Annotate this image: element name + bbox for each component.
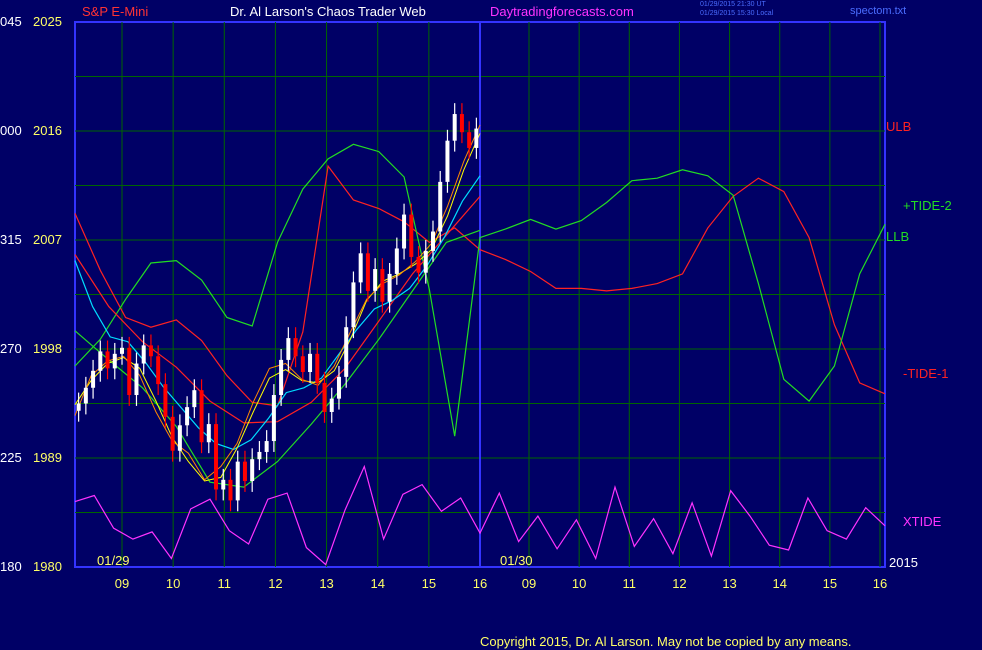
ulb-label: ULB	[886, 119, 911, 134]
y-outer-label: 315	[0, 232, 22, 247]
llb-label: LLB	[886, 229, 909, 244]
price-bar-body	[409, 214, 414, 257]
x-tick-label: 11	[623, 576, 637, 591]
price-bar-body	[83, 387, 88, 404]
fast-average-line	[74, 124, 481, 481]
price-bar-body	[315, 353, 320, 383]
slow-average-line	[74, 175, 481, 451]
price-bar-body	[358, 253, 363, 283]
price-bar-body	[148, 345, 153, 357]
price-bar-body	[112, 353, 117, 369]
x-tick-label: 16	[473, 576, 487, 591]
price-bar-body	[141, 345, 146, 364]
price-bar-body	[416, 256, 421, 273]
tide-plus2-label: +TIDE-2	[903, 198, 952, 213]
y-price-label: 1980	[33, 559, 62, 574]
copyright-notice: Copyright 2015, Dr. Al Larson. May not b…	[480, 634, 852, 649]
price-bar-body	[199, 390, 204, 443]
price-bar-body	[387, 273, 392, 302]
y-outer-label: 270	[0, 341, 22, 356]
price-bar-body	[322, 382, 327, 412]
date-label-day2: 01/30	[500, 553, 533, 568]
price-bar-body	[170, 416, 175, 451]
y-outer-label: 225	[0, 450, 22, 465]
price-bar-body	[105, 351, 110, 369]
x-tick-label: 09	[115, 576, 129, 591]
price-bar-body	[459, 114, 464, 133]
price-bar-body	[76, 403, 81, 411]
x-tick-label: 10	[166, 576, 180, 591]
x-tick-label: 09	[522, 576, 536, 591]
x-tick-label: 10	[572, 576, 586, 591]
price-bar-body	[394, 248, 399, 274]
date-label-day1: 01/29	[97, 553, 130, 568]
y-price-label: 1989	[33, 450, 62, 465]
price-bar-body	[286, 338, 291, 360]
price-bar-body	[365, 253, 370, 291]
price-bar-body	[228, 479, 233, 501]
price-bar-body	[402, 214, 407, 249]
x-tick-label: 16	[873, 576, 887, 591]
y-outer-label: 045	[0, 14, 22, 29]
price-bar-body	[185, 407, 190, 426]
y-outer-label: 180	[0, 559, 22, 574]
grid-lines	[74, 21, 886, 568]
x-tick-label: 13	[722, 576, 736, 591]
price-bar-body	[351, 282, 356, 328]
y-price-label: 2007	[33, 232, 62, 247]
axis-labels: 045 2025 000 2016 315 2007 270 1998 225 1989 180 19…	[0, 14, 952, 591]
x-tick-label: 12	[672, 576, 686, 591]
price-bar-body	[91, 370, 96, 388]
price-bar-body	[445, 140, 450, 182]
tide-minus1-label: -TIDE-1	[903, 366, 949, 381]
price-bar-body	[373, 269, 378, 291]
price-bar-body	[300, 356, 305, 373]
y-price-label: 2025	[33, 14, 62, 29]
price-bar-body	[98, 351, 103, 371]
price-bar-body	[438, 181, 443, 232]
year-label: 2015	[889, 555, 918, 570]
price-bars	[76, 103, 479, 512]
price-bar-body	[423, 250, 428, 273]
price-bar-body	[156, 356, 161, 385]
price-bar-body	[206, 424, 211, 443]
price-bar-body	[127, 347, 132, 396]
price-bar-body	[242, 461, 247, 482]
price-bar-body	[336, 376, 341, 399]
y-price-label: 2016	[33, 123, 62, 138]
price-bar-body	[430, 231, 435, 251]
chart-canvas: 045 2025 000 2016 315 2007 270 1998 225 1989 180 19…	[0, 14, 952, 591]
price-bar-body	[134, 363, 139, 396]
price-bar-body	[474, 128, 479, 148]
price-bar-body	[120, 347, 125, 354]
price-bar-body	[271, 395, 276, 442]
price-bar-body	[177, 425, 182, 451]
x-tick-label: 14	[370, 576, 384, 591]
y-outer-label: 000	[0, 123, 22, 138]
x-tick-label: 15	[422, 576, 436, 591]
price-bar-body	[452, 114, 457, 141]
x-tick-label: 11	[218, 576, 232, 591]
price-bar-body	[235, 461, 240, 501]
xtide-label: XTIDE	[903, 514, 942, 529]
x-tick-label: 14	[772, 576, 786, 591]
price-bar-body	[214, 424, 219, 490]
price-bar-body	[221, 479, 226, 490]
x-tick-label: 12	[268, 576, 282, 591]
price-bar-body	[279, 359, 284, 396]
y-price-label: 1998	[33, 341, 62, 356]
price-bar-body	[264, 441, 269, 452]
price-bar-body	[467, 132, 472, 148]
price-bar-body	[308, 353, 313, 373]
price-bar-body	[329, 398, 334, 412]
price-bar-body	[380, 269, 385, 302]
price-bar-body	[293, 338, 298, 357]
x-tick-label: 15	[823, 576, 837, 591]
price-bar-body	[250, 459, 255, 482]
x-tick-label: 13	[319, 576, 333, 591]
price-bar-body	[163, 384, 168, 417]
price-bar-body	[192, 390, 197, 408]
price-bar-body	[257, 451, 262, 460]
price-bar-body	[344, 327, 349, 377]
